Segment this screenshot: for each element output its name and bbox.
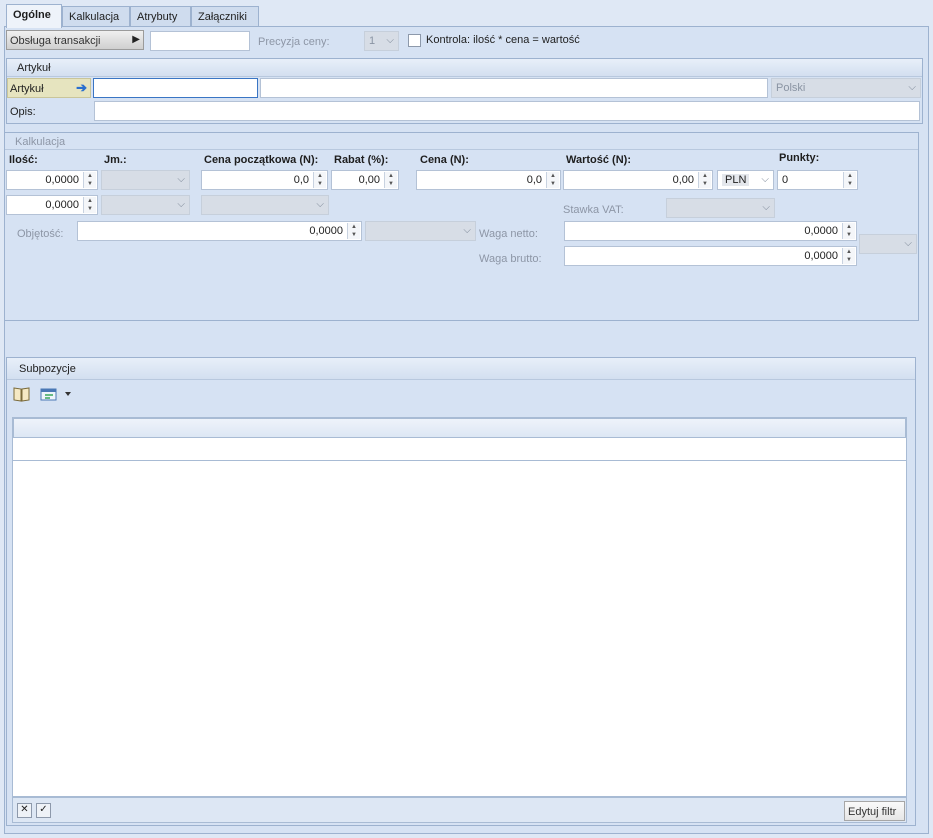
volume-value: 0,0000 bbox=[309, 225, 343, 237]
net-weight-input[interactable]: 0,0000 ▲ ▼ bbox=[564, 221, 857, 241]
qty-value: 0,0000 bbox=[45, 174, 79, 186]
spin-icon[interactable]: ▲ ▼ bbox=[83, 172, 96, 188]
spin-icon[interactable]: ▲ ▼ bbox=[83, 197, 96, 213]
chevron-down-icon: ⌵ bbox=[177, 199, 185, 210]
article-group-title: Artykuł bbox=[7, 59, 922, 77]
transaction-handling-button[interactable]: Obsługa transakcji ▶ bbox=[6, 30, 144, 50]
unit2-select[interactable]: ⌵ bbox=[101, 195, 190, 215]
language-value: Polski bbox=[776, 82, 806, 94]
unit-select[interactable]: ⌵ bbox=[101, 170, 190, 190]
currency-value: PLN bbox=[722, 174, 750, 186]
value-label: Wartość (N): bbox=[566, 154, 631, 166]
grid-view-icon[interactable] bbox=[40, 386, 74, 402]
tab-attributes[interactable]: Atrybuty bbox=[130, 6, 191, 27]
subitems-grid[interactable] bbox=[12, 417, 907, 797]
vat-select[interactable]: ⌵ bbox=[666, 198, 775, 218]
qty2-value: 0,0000 bbox=[45, 199, 79, 211]
chevron-down-icon: ⌵ bbox=[316, 199, 324, 210]
article-link[interactable]: Artykuł ➔ bbox=[7, 78, 91, 98]
price-precision-label: Precyzja ceny: bbox=[258, 36, 330, 48]
chevron-down-icon: ⌵ bbox=[386, 35, 394, 46]
spin-icon[interactable]: ▲ ▼ bbox=[842, 223, 855, 239]
price-label: Cena (N): bbox=[420, 154, 469, 166]
discount-input[interactable]: 0,00 ▲ ▼ bbox=[331, 170, 399, 190]
article-code-input[interactable] bbox=[93, 78, 258, 98]
spin-icon[interactable]: ▲ ▼ bbox=[843, 172, 856, 188]
start-price-label: Cena początkowa (N): bbox=[204, 154, 319, 166]
discount-label: Rabat (%): bbox=[334, 154, 389, 166]
transaction-handling-label: Obsługa transakcji bbox=[10, 35, 101, 47]
article-name-input[interactable] bbox=[260, 78, 768, 98]
grid-filter-row[interactable] bbox=[13, 438, 906, 461]
description-label: Opis: bbox=[10, 106, 36, 118]
divider bbox=[5, 149, 918, 150]
volume-unit-select[interactable]: ⌵ bbox=[365, 221, 476, 241]
vat-label: Stawka VAT: bbox=[563, 204, 624, 216]
spin-icon[interactable]: ▲ ▼ bbox=[347, 223, 360, 239]
value-input[interactable]: 0,00 ▲ ▼ bbox=[563, 170, 713, 190]
spin-icon[interactable]: ▲ ▼ bbox=[384, 172, 397, 188]
gross-weight-value: 0,0000 bbox=[804, 250, 838, 262]
gross-weight-input[interactable]: 0,0000 ▲ ▼ bbox=[564, 246, 857, 266]
net-weight-value: 0,0000 bbox=[804, 225, 838, 237]
spin-icon[interactable]: ▲ ▼ bbox=[698, 172, 711, 188]
control-label: Kontrola: ilość * cena = wartość bbox=[426, 34, 580, 46]
qty-label: Ilość: bbox=[9, 154, 38, 166]
language-select[interactable]: Polski ⌵ bbox=[771, 78, 921, 98]
chevron-down-icon: ⌵ bbox=[762, 202, 770, 213]
qty-input[interactable]: 0,0000 ▲ ▼ bbox=[6, 170, 98, 190]
edit-filter-button[interactable]: Edytuj filtr bbox=[844, 801, 905, 821]
start-price-value: 0,0 bbox=[293, 174, 309, 186]
volume-label: Objętość: bbox=[17, 228, 64, 240]
price-input[interactable]: 0,0 ▲ ▼ bbox=[416, 170, 561, 190]
currency-select[interactable]: PLN ⌵ bbox=[717, 170, 774, 190]
chevron-down-icon: ⌵ bbox=[463, 225, 471, 236]
qty2-input[interactable]: 0,0000 ▲ ▼ bbox=[6, 195, 98, 215]
value-value: 0,00 bbox=[672, 174, 694, 186]
chevron-down-icon: ⌵ bbox=[761, 174, 769, 185]
unit-label: Jm.: bbox=[104, 154, 127, 166]
article-label: Artykuł bbox=[10, 83, 44, 95]
play-icon: ▶ bbox=[132, 34, 140, 45]
price-precision-select[interactable]: 1 ⌵ bbox=[364, 31, 399, 51]
points-value: 0 bbox=[782, 174, 789, 186]
tab-attachments[interactable]: Załączniki bbox=[191, 6, 259, 27]
points-label: Punkty: bbox=[779, 152, 820, 164]
chevron-down-icon: ⌵ bbox=[904, 238, 912, 249]
points-input[interactable]: 0 ▲ ▼ bbox=[777, 170, 858, 190]
grid-header-row bbox=[13, 418, 906, 438]
arrow-right-icon: ➔ bbox=[76, 80, 87, 95]
weight-unit-select[interactable]: ⌵ bbox=[859, 234, 917, 254]
spin-icon[interactable]: ▲ ▼ bbox=[546, 172, 559, 188]
clear-filter-icon[interactable]: ✕ bbox=[17, 803, 32, 818]
gross-weight-label: Waga brutto: bbox=[479, 253, 542, 265]
volume-input[interactable]: 0,0000 ▲ ▼ bbox=[77, 221, 362, 241]
price-precision-value: 1 bbox=[369, 35, 376, 47]
subitems-title: Subpozycje bbox=[7, 358, 915, 380]
tab-general[interactable]: Ogólne bbox=[6, 4, 62, 28]
book-icon[interactable] bbox=[12, 385, 32, 403]
tab-calculation[interactable]: Kalkulacja bbox=[62, 6, 130, 27]
grid-footer bbox=[12, 797, 907, 823]
spin-icon[interactable]: ▲ ▼ bbox=[842, 248, 855, 264]
price-value: 0,0 bbox=[526, 174, 542, 186]
spin-icon[interactable]: ▲ ▼ bbox=[313, 172, 326, 188]
description-input[interactable] bbox=[94, 101, 920, 121]
start-price-input[interactable]: 0,0 ▲ ▼ bbox=[201, 170, 328, 190]
net-weight-label: Waga netto: bbox=[479, 228, 538, 240]
chevron-down-icon: ⌵ bbox=[177, 174, 185, 185]
unit3-select[interactable]: ⌵ bbox=[201, 195, 329, 215]
control-checkbox[interactable] bbox=[408, 34, 421, 47]
transaction-field[interactable] bbox=[150, 31, 250, 51]
apply-filter-icon[interactable]: ✓ bbox=[36, 803, 51, 818]
discount-value: 0,00 bbox=[358, 174, 380, 186]
chevron-down-icon: ⌵ bbox=[908, 82, 916, 93]
